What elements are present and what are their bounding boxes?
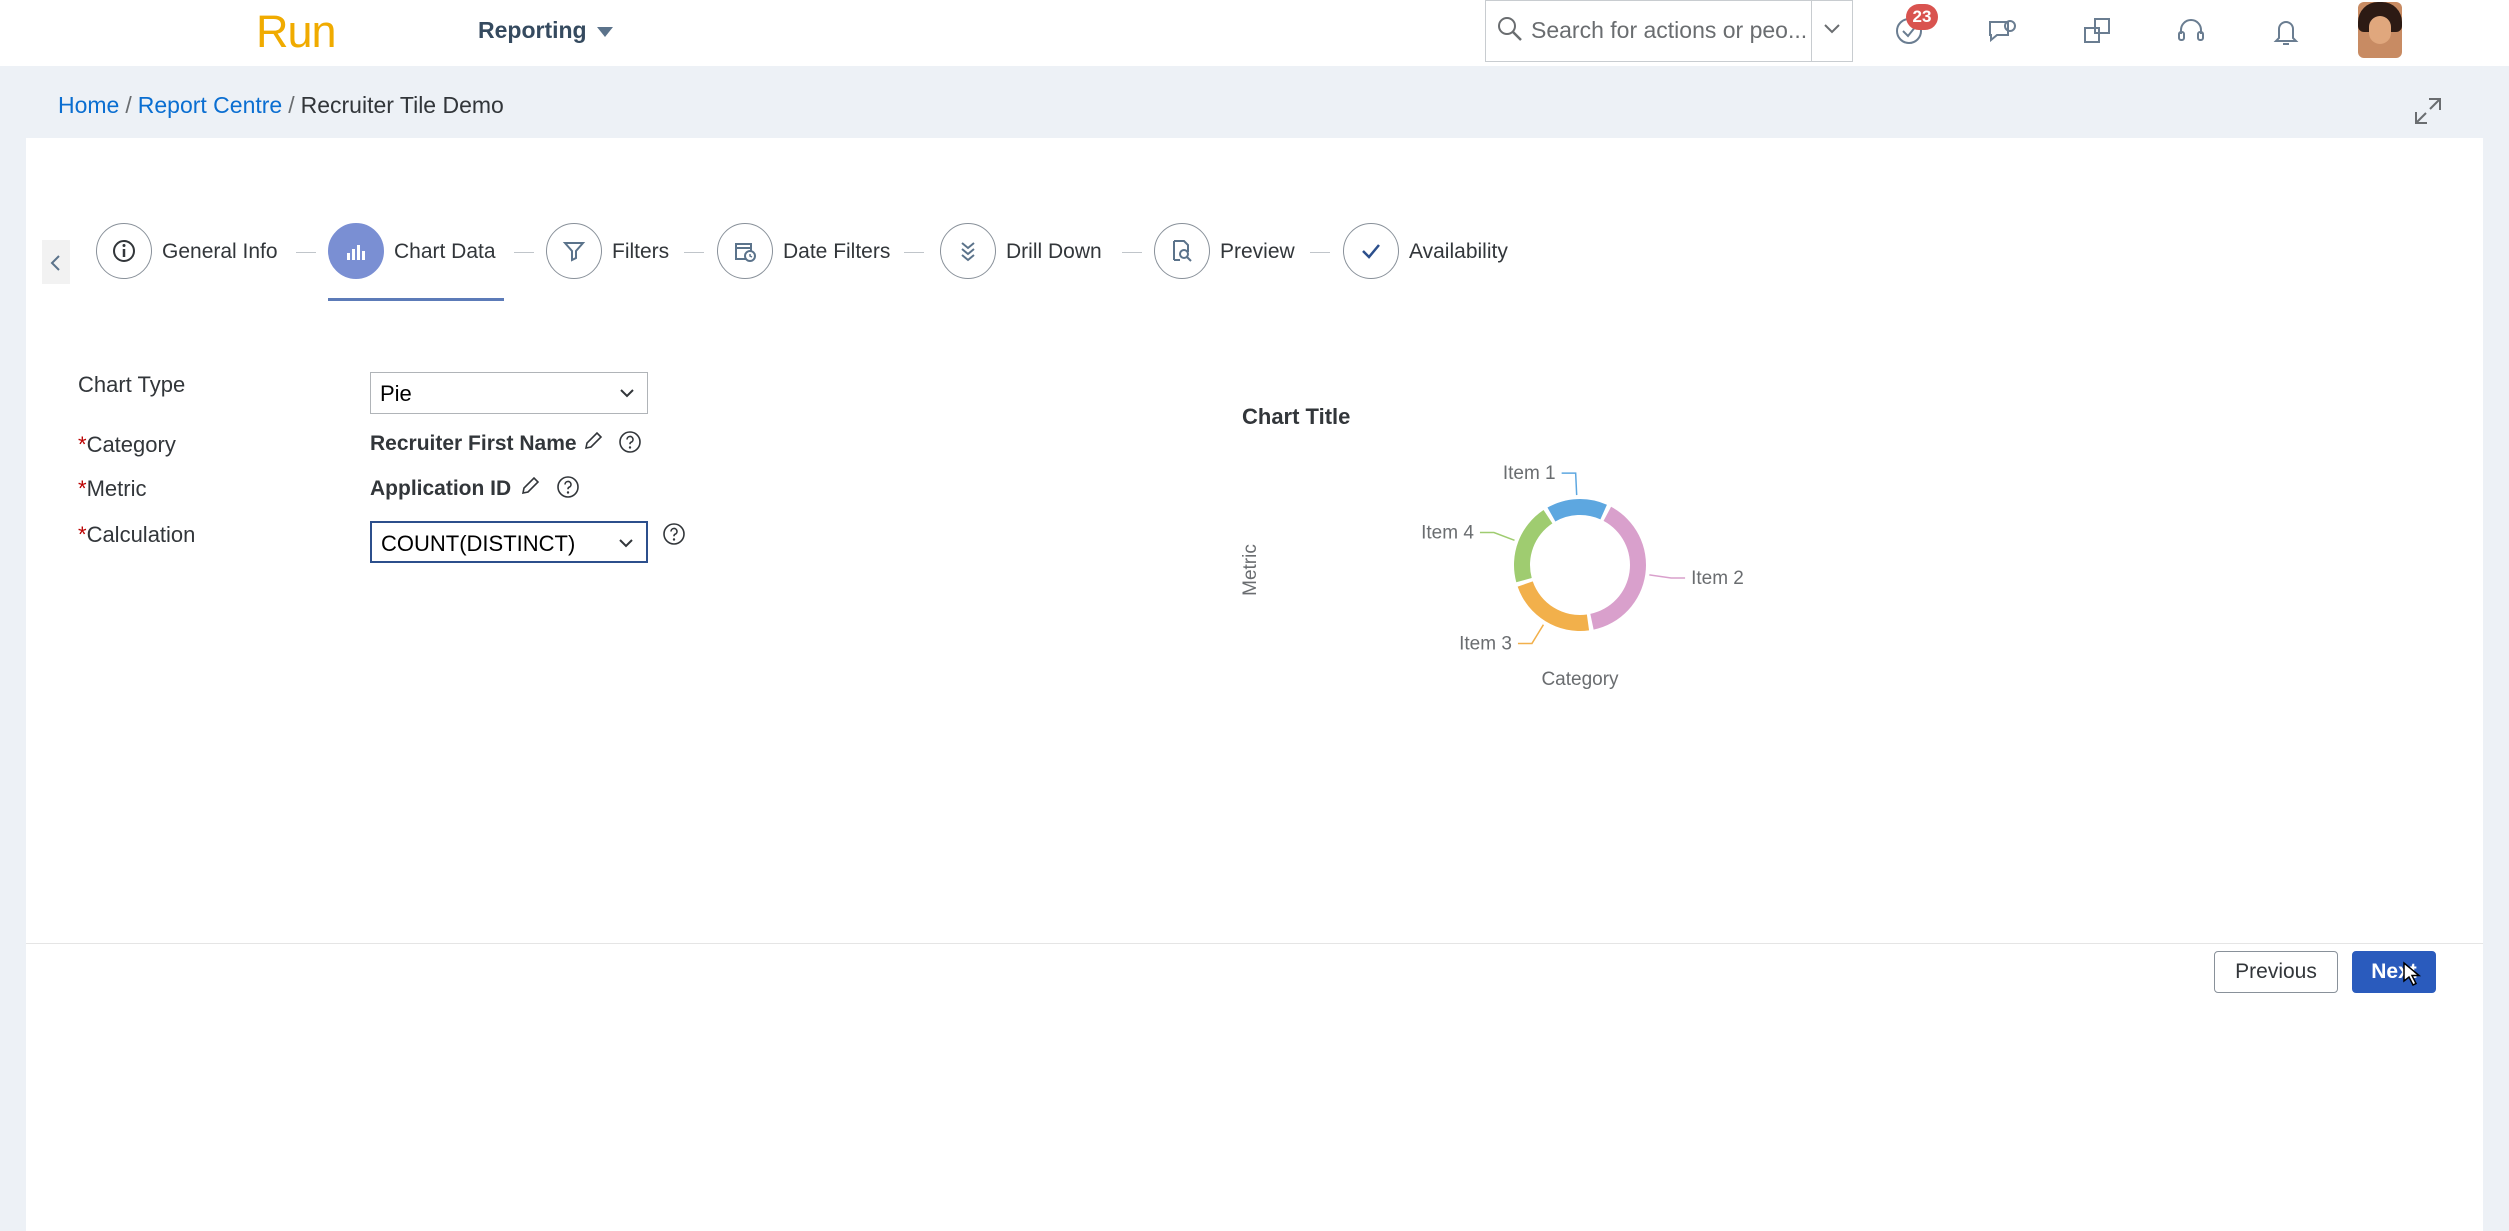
help-icon[interactable]: [556, 475, 580, 499]
search-field[interactable]: Search for actions or peo...: [1485, 0, 1853, 62]
wizard-step-icon-circle: [717, 223, 773, 279]
wizard-connector: [684, 252, 704, 253]
info-icon: [113, 240, 135, 262]
wizard-connector: [514, 252, 534, 253]
wizard-step-label: Availability: [1409, 240, 1508, 263]
next-button[interactable]: Next: [2352, 951, 2436, 993]
expand-fullscreen-icon[interactable]: [2413, 96, 2443, 126]
category-value: Recruiter First Name: [370, 432, 577, 455]
pie-label-leader-3: [1517, 624, 1545, 645]
wizard-connector: [1122, 252, 1142, 253]
mouse-pointer-icon: [2403, 961, 2422, 987]
wizard-connector: [1310, 252, 1330, 253]
pie-slice-4: [1514, 509, 1553, 583]
pie-slices-group: Item 1 Item 2 Item 3 Item 4: [1421, 463, 1744, 654]
search-icon: [1498, 17, 1522, 41]
people-connect-icon[interactable]: [2080, 14, 2114, 48]
drill-down-icon: [961, 242, 975, 262]
date-filter-icon: [735, 243, 756, 262]
pie-label-leader-1: [1561, 472, 1578, 496]
wizard-step-icon-circle: [96, 223, 152, 279]
filter-icon: [562, 242, 586, 262]
chart-type-label: Chart Type: [78, 372, 186, 397]
pie-slice-label: Item 3: [1459, 633, 1512, 654]
chevron-left-icon: [50, 255, 60, 271]
pie-slice-label: Item 1: [1503, 463, 1556, 484]
required-mark: *: [78, 522, 87, 547]
caret-down-icon: [596, 26, 613, 37]
pie-slice-3: [1517, 581, 1590, 631]
wizard-connector: [296, 252, 316, 253]
search-scope-dropdown[interactable]: [1811, 1, 1852, 61]
chart-y-axis-label: Metric: [1240, 544, 1261, 596]
pie-slice-label: Item 4: [1421, 522, 1474, 543]
pencil-edit-icon[interactable]: [519, 475, 541, 497]
pie-slice-2: [1590, 506, 1646, 630]
required-mark: *: [78, 476, 87, 501]
chart-type-select[interactable]: Pie: [370, 372, 648, 414]
help-icon[interactable]: [662, 522, 686, 546]
breadcrumb-separator: /: [125, 92, 132, 118]
preview-icon: [1173, 240, 1192, 262]
reporting-menu-label: Reporting: [478, 17, 587, 43]
wizard-step-label: Filters: [612, 240, 670, 263]
feedback-icon[interactable]: [1985, 14, 2019, 48]
calculation-label: *Calculation: [78, 522, 195, 548]
pie-label-leader-2: [1649, 574, 1686, 579]
user-avatar[interactable]: [2358, 2, 2402, 58]
calculation-label-text: Calculation: [86, 522, 196, 547]
metric-label: *Metric: [78, 476, 146, 502]
wizard-step-icon-circle: [1154, 223, 1210, 279]
wizard-step-icon-circle: [940, 223, 996, 279]
category-label-text: Category: [86, 432, 176, 457]
metric-label-text: Metric: [86, 476, 147, 501]
pie-label-leader-4: [1479, 531, 1515, 541]
wizard-step-icon-circle: [1343, 223, 1399, 279]
breadcrumb: Home / Report Centre / Recruiter Tile Demo: [58, 92, 504, 119]
headset-icon[interactable]: [2174, 14, 2208, 48]
breadcrumb-home-link[interactable]: Home: [58, 92, 119, 118]
metric-value: Application ID: [370, 477, 512, 500]
chart-x-axis-label: Category: [1541, 669, 1619, 690]
pencil-edit-icon[interactable]: [582, 430, 604, 452]
wizard-step-label: General Info: [162, 240, 278, 263]
chevron-down-icon: [1824, 24, 1840, 34]
wizard-step-label: Chart Data: [394, 240, 496, 263]
pie-chart-preview: Metric Item 1 Item 2 Item 3 Item 4 Category: [1240, 463, 1744, 690]
checkmark-icon: [1362, 244, 1380, 259]
calculation-select[interactable]: COUNT(DISTINCT): [370, 521, 648, 563]
chart-type-value: Pie: [380, 381, 412, 406]
search-placeholder: Search for actions or peo...: [1531, 17, 1808, 43]
chevron-down-icon: [619, 539, 633, 548]
wizard-step-label: Date Filters: [783, 240, 891, 263]
footer-divider: [26, 943, 2483, 944]
pie-slice-label: Item 2: [1691, 568, 1744, 589]
wizard-step-icon-circle: [546, 223, 602, 279]
run-logo[interactable]: Run: [256, 6, 337, 58]
active-step-indicator: [328, 298, 504, 301]
breadcrumb-current-page: Recruiter Tile Demo: [300, 92, 504, 118]
pie-slice-1: [1547, 499, 1607, 522]
breadcrumb-report-centre-link[interactable]: Report Centre: [138, 92, 282, 118]
avatar-face: [2369, 16, 2391, 44]
bell-icon[interactable]: [2269, 14, 2303, 48]
reporting-menu[interactable]: Reporting: [478, 17, 613, 44]
previous-button[interactable]: Previous: [2214, 951, 2338, 993]
wizard-step-label: Preview: [1220, 240, 1295, 263]
notification-count-badge: 23: [1906, 4, 1938, 30]
wizard-step-icon-circle: [328, 223, 384, 279]
required-mark: *: [78, 432, 87, 457]
calculation-value: COUNT(DISTINCT): [381, 531, 576, 556]
wizard-scroll-left-button[interactable]: [42, 240, 70, 284]
help-icon[interactable]: [618, 430, 642, 454]
shell-bar: Run Reporting Search for actions or peo.…: [0, 0, 2509, 66]
chevron-down-icon: [620, 389, 634, 398]
bar-chart-icon: [347, 245, 365, 260]
category-label: *Category: [78, 432, 176, 458]
wizard-step-label: Drill Down: [1006, 240, 1102, 263]
wizard-connector: [904, 252, 924, 253]
breadcrumb-separator: /: [288, 92, 295, 118]
